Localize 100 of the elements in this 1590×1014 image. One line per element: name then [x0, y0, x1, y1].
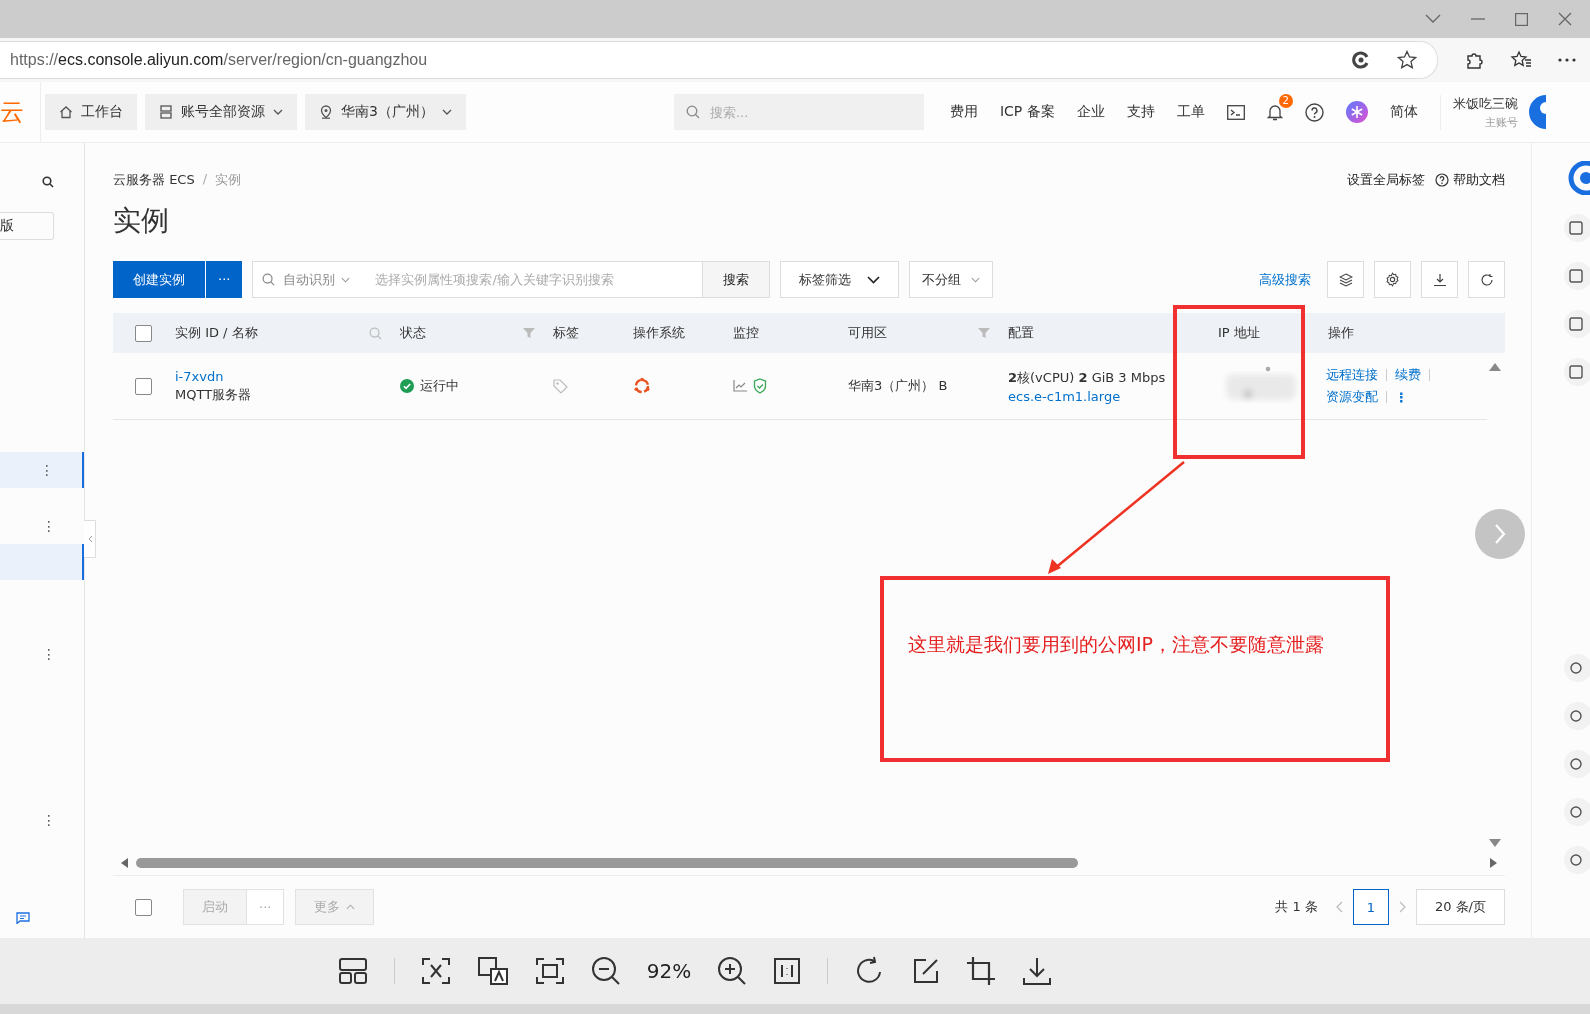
actual-size-icon[interactable] — [773, 957, 802, 985]
pagination-total: 共 1 条 — [1275, 898, 1318, 916]
more-button[interactable]: ⋮ — [42, 812, 56, 828]
search-icon — [685, 105, 700, 119]
settings-button[interactable] — [1374, 261, 1411, 298]
remote-connect-link[interactable]: 远程连接 — [1326, 366, 1378, 384]
chevron-down-icon — [971, 276, 981, 283]
shield-icon[interactable] — [753, 378, 767, 394]
chevron-right-icon — [1493, 523, 1507, 545]
refresh-button[interactable] — [1468, 261, 1505, 298]
collapse-handle-icon[interactable] — [84, 520, 96, 558]
chevron-down-icon[interactable] — [1425, 14, 1441, 24]
settings-icon — [1385, 272, 1400, 287]
help-icon[interactable] — [1304, 102, 1324, 122]
zone-text: 华南3（广州） B — [848, 377, 948, 395]
group-dropdown[interactable]: 不分组 — [909, 261, 994, 298]
renew-link[interactable]: 续费 — [1395, 366, 1421, 384]
column-header: 实例 ID / 名称 — [175, 324, 258, 342]
create-instance-button[interactable]: 创建实例 — [113, 261, 205, 298]
edit-icon[interactable] — [912, 957, 941, 985]
sidebar-item[interactable]: ⋮ — [0, 802, 84, 838]
footer-checkbox[interactable] — [134, 898, 152, 916]
search-field[interactable]: 搜索... — [673, 94, 924, 130]
column-header: 监控 — [733, 324, 759, 342]
page-link[interactable]: 帮助文档 — [1435, 171, 1505, 189]
header-link[interactable]: 费用 — [949, 103, 978, 121]
chevron-down-icon — [341, 276, 351, 283]
scroll-right-icon[interactable] — [1490, 858, 1497, 868]
search-button[interactable]: 搜索 — [702, 261, 771, 298]
page-button[interactable]: 1 — [1352, 889, 1389, 925]
sidebar-item[interactable]: ⋮ — [0, 508, 84, 544]
user-name[interactable]: 米饭吃三碗 — [1452, 94, 1518, 113]
instance-type-link[interactable]: ecs.e-c1m1.large — [1008, 388, 1121, 404]
column-header: 可用区 — [848, 324, 887, 342]
download-icon[interactable] — [1022, 956, 1053, 986]
column-header: 操作系统 — [633, 324, 685, 342]
close-icon[interactable] — [1558, 12, 1572, 26]
layout-icon[interactable] — [337, 957, 368, 985]
header-link[interactable]: 工单 — [1176, 103, 1205, 121]
translate-icon[interactable] — [476, 956, 509, 986]
more-icon[interactable] — [1558, 58, 1576, 62]
edition-tag[interactable]: 版 — [0, 212, 54, 240]
nav-button[interactable]: 华南3（广州） — [305, 94, 466, 130]
favorites-icon[interactable] — [1510, 50, 1532, 70]
more-button[interactable]: ⋮ — [40, 462, 54, 478]
resize-link[interactable]: 资源变配 — [1326, 388, 1378, 406]
row-checkbox[interactable] — [134, 377, 152, 395]
more-button[interactable]: ⋮ — [42, 518, 56, 534]
crop-icon[interactable] — [966, 956, 997, 986]
layers-button[interactable] — [1327, 261, 1364, 298]
nav-button[interactable]: 账号全部资源 — [145, 94, 297, 130]
page-link[interactable]: 设置全局标签 — [1347, 171, 1425, 189]
language-link[interactable]: 简体 — [1389, 103, 1418, 121]
refresh-icon[interactable] — [1351, 50, 1371, 70]
download-icon — [1432, 272, 1447, 287]
fit-screen-icon[interactable] — [420, 957, 451, 985]
chat-icon[interactable] — [16, 912, 30, 924]
zoom-in-icon[interactable] — [717, 956, 748, 986]
more-button[interactable]: ⋮ — [1395, 389, 1408, 405]
scroll-left-icon[interactable] — [121, 858, 128, 868]
breadcrumb-link[interactable]: 云服务器 ECS — [113, 171, 195, 189]
sidebar-item[interactable] — [0, 544, 84, 580]
bell-icon[interactable] — [1266, 103, 1283, 121]
terminal-icon[interactable] — [1226, 104, 1245, 120]
sidebar-item[interactable]: ⋮ — [0, 452, 84, 488]
zoom-level: 92% — [646, 959, 692, 983]
scroll-down-icon[interactable] — [1489, 839, 1501, 847]
status-text: 运行中 — [420, 377, 459, 395]
header-link[interactable]: 企业 — [1076, 103, 1105, 121]
puzzle-icon[interactable] — [1464, 50, 1484, 70]
refresh-icon — [1479, 272, 1494, 287]
page-size-dropdown[interactable]: 20 条/页 — [1415, 889, 1505, 925]
chart-icon[interactable] — [733, 380, 747, 392]
search-icon[interactable] — [42, 176, 54, 188]
more-button[interactable]: ··· — [206, 261, 243, 298]
zoom-out-icon[interactable] — [590, 956, 621, 986]
download-button[interactable] — [1421, 261, 1458, 298]
scroll-up-icon[interactable] — [1489, 363, 1501, 371]
column-header: 操作 — [1328, 324, 1354, 342]
maximize-icon[interactable] — [1515, 12, 1528, 26]
instance-id-link[interactable]: i-7xvdn — [175, 368, 224, 384]
column-header: IP 地址 — [1218, 324, 1260, 342]
assistant-icon[interactable] — [1345, 101, 1368, 123]
scrollbar-thumb[interactable] — [136, 858, 1079, 868]
url-text: https://ecs.console.aliyun.com/server/region/cn-guangzhou — [10, 51, 429, 69]
header-link[interactable]: ICP 备案 — [999, 103, 1055, 121]
fullscreen-icon[interactable] — [534, 957, 565, 985]
star-icon[interactable] — [1397, 50, 1417, 70]
more-button[interactable]: ⋮ — [42, 646, 56, 662]
search-mode-select[interactable]: 自动识别 — [283, 270, 351, 289]
home-icon — [59, 105, 73, 119]
annotation-text: 这里就是我们要用到的公网IP，注意不要随意泄露 — [908, 633, 1325, 655]
advanced-search-link[interactable]: 高级搜索 — [1259, 270, 1311, 289]
address-bar[interactable]: https://ecs.console.aliyun.com/server/region/cn-guangzhou — [0, 41, 1438, 79]
help-icon — [1435, 173, 1449, 187]
select-all-checkbox[interactable] — [134, 324, 152, 342]
sidebar-item[interactable]: ⋮ — [0, 636, 84, 672]
tag-filter-dropdown[interactable]: 标签筛选 — [780, 261, 900, 298]
header-link[interactable]: 支持 — [1126, 103, 1155, 121]
nav-button[interactable]: 工作台 — [45, 94, 137, 130]
